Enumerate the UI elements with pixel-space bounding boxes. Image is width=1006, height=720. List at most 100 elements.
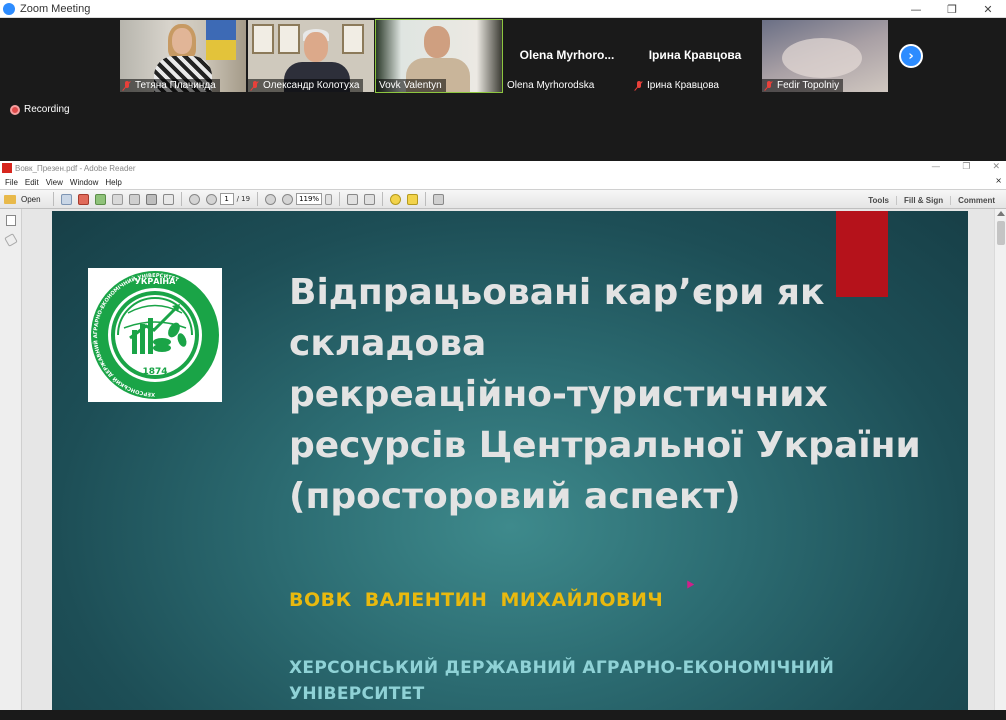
participant-name: Fedir Topolniy [777,80,840,91]
toolbar-divider [180,192,182,206]
participant-tile[interactable]: Ірина Кравцова Ірина Кравцова [632,20,758,92]
edit-pdf-icon[interactable] [94,193,106,205]
export-pdf-icon[interactable] [77,193,89,205]
comment-tab[interactable]: Comment [950,195,1002,205]
recording-label: Recording [24,104,70,115]
menu-view[interactable]: View [46,178,63,187]
minimize-icon[interactable]: — [898,0,934,18]
scroll-thumb[interactable] [997,221,1005,245]
slide-title-line: рекреаційно-туристичних [289,374,828,415]
next-page-button[interactable]: › [899,44,923,68]
reader-window-controls: — ❐ ✕ [931,162,1000,172]
page-total: / 19 [236,195,251,203]
page-thumbnails-icon[interactable] [6,215,16,226]
fill-sign-tab[interactable]: Fill & Sign [896,195,950,205]
logo-year: 1874 [142,367,167,377]
zoom-out-icon[interactable] [265,193,277,205]
tools-tab[interactable]: Tools [861,196,896,205]
slide-org-line: ХЕРСОНСЬКИЙ ДЕРЖАВНИЙ АГРАРНО-ЕКОНОМІЧНИ… [289,658,835,678]
menu-edit[interactable]: Edit [25,178,39,187]
zoom-logo-icon [3,2,15,15]
menu-help[interactable]: Help [105,178,121,187]
zoom-window-title: Zoom Meeting [20,2,91,15]
scroll-up-icon[interactable] [997,211,1005,216]
participant-name-large: Olena Myrhoro... [519,48,615,62]
close-icon[interactable]: ✕ [992,162,1000,172]
mic-muted-icon [251,80,259,91]
toolbar-divider [382,192,384,206]
save-icon[interactable] [128,193,140,205]
close-icon[interactable]: ✕ [970,0,1006,18]
university-logo: УКРАЇНА 1874 ХЕРСОНСЬКИЙ ДЕРЖАВНИЙ АГРАР… [88,268,222,402]
close-document-icon[interactable]: × [995,176,1002,185]
participant-nameplate: Олександр Колотуха [248,79,364,92]
page-number-input[interactable]: 1 [219,193,234,205]
wall-frame [342,24,364,54]
participant-nameplate: Vovk Valentyn [376,79,446,92]
head-shape [304,32,328,62]
slide-author: ВОВК ВАЛЕНТИН МИХАЙЛОВИЧ [289,589,664,611]
participant-nameplate: Olena Myrhorodska [504,79,598,92]
chevron-right-icon: › [908,48,914,64]
email-icon[interactable] [162,193,174,205]
restore-icon[interactable]: ❐ [962,162,970,172]
previous-page-icon[interactable] [188,193,200,205]
participant-name: Тетяна Плачинда [135,80,216,91]
menu-file[interactable]: File [5,178,18,187]
participant-tile[interactable]: Олександр Колотуха [248,20,374,92]
fit-page-icon[interactable] [364,193,376,205]
slide-organization: ХЕРСОНСЬКИЙ ДЕРЖАВНИЙ АГРАРНО-ЕКОНОМІЧНИ… [289,655,909,707]
highlight-icon[interactable] [407,193,419,205]
head-shape [424,26,450,58]
chevron-down-icon[interactable] [325,193,333,205]
toolbar-right-panel: Tools Fill & Sign Comment [861,190,1002,210]
slide-title-line: ресурсів Центральної України [289,425,921,466]
toolbar-divider [52,192,54,206]
reader-toolbar: Open 1 / 19 119% Tools Fill & Sign Comme… [0,189,1006,209]
blurred-video-shape [782,38,862,78]
slide-title-line: (просторовий аспект) [289,476,741,517]
zoom-in-icon[interactable] [282,193,294,205]
participant-tile-active-speaker[interactable]: Vovk Valentyn [375,19,503,93]
toolbar-divider [257,192,259,206]
university-seal-icon: УКРАЇНА 1874 ХЕРСОНСЬКИЙ ДЕРЖАВНИЙ АГРАР… [91,271,219,399]
reader-menubar: File Edit View Window Help × [0,175,1006,189]
share-icon[interactable] [111,193,123,205]
participant-name: Olena Myrhorodska [507,80,595,91]
participant-nameplate: Ірина Кравцова [632,79,723,92]
minimize-icon[interactable]: — [931,162,940,172]
open-button[interactable]: Open [4,194,41,204]
expand-icon[interactable] [433,193,445,205]
menu-window[interactable]: Window [70,178,98,187]
reader-titlebar: Вовк_Презен.pdf - Adobe Reader — ❐ ✕ [0,161,1006,175]
slide-title: Відпрацьовані кар’єри як складова рекреа… [289,267,949,522]
zoom-level-select[interactable]: 119% [296,193,323,205]
participant-tile[interactable]: Olena Myrhoro... Olena Myrhorodska [504,20,630,92]
create-pdf-icon[interactable] [60,193,72,205]
vertical-scrollbar[interactable] [994,209,1006,720]
reader-window-title: Вовк_Презен.pdf - Adobe Reader [15,163,136,173]
restore-icon[interactable]: ❐ [934,0,970,18]
pdf-icon [2,163,12,173]
participant-tile[interactable]: Fedir Topolniy [762,20,888,92]
wall-frame [252,24,274,54]
record-icon [10,104,20,115]
next-page-icon[interactable] [205,193,217,205]
participant-nameplate: Fedir Topolniy [762,79,844,92]
recording-indicator[interactable]: Recording [10,104,70,115]
navigation-panel [0,209,22,720]
zoom-window-controls: — ❐ ✕ [898,0,1006,18]
participant-tile[interactable]: Тетяна Плачинда [120,20,246,92]
fit-width-icon[interactable] [347,193,359,205]
sticky-note-icon[interactable] [390,193,402,205]
toolbar-divider [339,192,341,206]
wall-frame [278,24,300,54]
toolbar-divider [425,192,427,206]
document-area: УКРАЇНА 1874 ХЕРСОНСЬКИЙ ДЕРЖАВНИЙ АГРАР… [0,209,1006,720]
print-icon[interactable] [145,193,157,205]
participant-name: Олександр Колотуха [263,80,360,91]
head-shape [172,28,192,54]
mic-muted-icon [635,80,643,91]
attachment-icon[interactable] [4,233,18,247]
mic-muted-icon [765,80,773,91]
